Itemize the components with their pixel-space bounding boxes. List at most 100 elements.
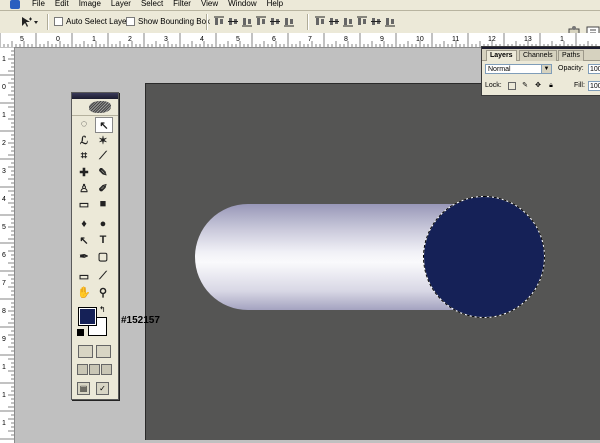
standard-screen-button[interactable] — [77, 364, 88, 375]
auto-select-checkbox[interactable]: Auto Select Layer — [54, 16, 129, 28]
tab-paths[interactable]: Paths — [558, 50, 584, 61]
ruler-left-label: 0 — [2, 84, 6, 91]
align-layer-6-icon[interactable] — [284, 16, 294, 27]
menu-view[interactable]: View — [196, 0, 223, 9]
chevron-down-icon: ▼ — [541, 65, 551, 73]
menu-help[interactable]: Help — [262, 0, 288, 9]
vertical-ruler: 1 0 1 2 3 4 5 6 7 8 9 1 1 1 — [0, 47, 15, 443]
ruler-left-label: 4 — [2, 196, 6, 203]
distribute-layer-6-icon[interactable] — [385, 16, 395, 27]
menu-image[interactable]: Image — [74, 0, 106, 9]
menu-layer[interactable]: Layer — [106, 0, 136, 9]
blend-mode-select[interactable]: Normal ▼ — [485, 64, 552, 74]
ruler-top-label: 7 — [308, 36, 312, 43]
fill-label: Fill: — [574, 82, 585, 89]
menu-filter[interactable]: Filter — [168, 0, 196, 9]
layers-tabs: Layers Channels Paths — [482, 49, 600, 61]
menu-window[interactable]: Window — [223, 0, 261, 9]
fill-field[interactable]: 100 — [588, 81, 600, 91]
distribute-layer-5-icon[interactable] — [371, 16, 381, 27]
type-icon[interactable]: T — [95, 233, 111, 247]
ruler-top-label: 9 — [380, 36, 384, 43]
lock-all-icon[interactable]: 🔒︎ — [547, 82, 555, 90]
ruler-left-label: 9 — [2, 336, 6, 343]
ruler-top-label: 1 — [560, 36, 564, 43]
standard-mode-button[interactable] — [78, 345, 93, 358]
ruler-left-label: 1 — [2, 56, 6, 63]
ruler-top-label: 4 — [200, 36, 204, 43]
distribute-layer-4-icon[interactable] — [357, 16, 367, 27]
feather-logo[interactable] — [72, 99, 118, 116]
ruler-left-label: 7 — [2, 280, 6, 287]
ruler-left-label: 1 — [2, 112, 6, 119]
move-icon[interactable]: ↖ — [95, 117, 113, 133]
menu-select[interactable]: Select — [136, 0, 168, 9]
brush-icon[interactable]: ✎ — [95, 165, 111, 179]
foreground-color-swatch[interactable] — [78, 307, 97, 326]
marquee-icon[interactable]: ◌ — [76, 117, 92, 131]
move-tool-preset-icon[interactable] — [20, 16, 42, 28]
align-layer-3-icon[interactable] — [242, 16, 252, 27]
distribute-layer-3-icon[interactable] — [343, 16, 353, 27]
align-layer-2-icon[interactable] — [228, 16, 238, 27]
shape-icon[interactable]: ▢ — [95, 249, 111, 263]
full-screen-menu-button[interactable] — [89, 364, 100, 375]
ruler-top-label: 1 — [92, 36, 96, 43]
stamp-icon[interactable]: ♙ — [76, 181, 92, 195]
ruler-left-label: 5 — [2, 224, 6, 231]
ruler-left-label: 3 — [2, 168, 6, 175]
ruler-left-label: 1 — [2, 420, 6, 427]
healing-icon[interactable]: ✚ — [76, 165, 92, 179]
bounding-box-checkbox[interactable]: Show Bounding Box — [126, 16, 210, 28]
ruler-left-label: 1 — [2, 364, 6, 371]
history-brush-icon[interactable]: ✐ — [95, 181, 111, 195]
hand-icon[interactable]: ✋ — [76, 285, 92, 299]
quick-mask-mode-button[interactable] — [96, 345, 111, 358]
ruler-top-label: 6 — [272, 36, 276, 43]
zoom-icon[interactable]: ⚲ — [95, 285, 111, 299]
gradient-icon[interactable]: ■ — [95, 197, 111, 211]
ruler-top-label: 12 — [488, 36, 496, 43]
imageready-icon[interactable]: ✓ — [96, 382, 109, 395]
selected-circle[interactable] — [423, 196, 545, 318]
align-layer-4-icon[interactable] — [256, 16, 266, 27]
blur-icon[interactable]: ♦ — [76, 217, 92, 231]
opacity-label: Opacity: — [558, 65, 584, 72]
tools-palette: ◌ ↖ ℒ ✶ ⌗ ⟋ ✚ ✎ ♙ ✐ ▭ ■ ♦ ● ↖ T ✒ ▢ ▭ ⟋ ✋ ⚲ ↰ ▤ ✓ — [71, 92, 119, 400]
full-screen-button[interactable] — [101, 364, 112, 375]
ruler-top-label: 5 — [20, 36, 24, 43]
auto-select-label: Auto Select Layer — [66, 17, 130, 26]
swap-colors-icon[interactable]: ↰ — [99, 305, 106, 314]
magic-wand-icon[interactable]: ✶ — [95, 133, 111, 147]
ruler-top-label: 2 — [128, 36, 132, 43]
eraser-icon[interactable]: ▭ — [76, 197, 92, 211]
dodge-icon[interactable]: ● — [95, 217, 111, 231]
tab-layers[interactable]: Layers — [486, 50, 517, 61]
lock-image-icon[interactable]: ✎ — [521, 82, 529, 90]
default-colors-icon[interactable] — [77, 329, 84, 336]
jump-to-imageready-icon[interactable]: ▤ — [77, 382, 90, 395]
ruler-top-label: 8 — [344, 36, 348, 43]
eyedropper-icon[interactable]: ⟋ — [95, 269, 111, 283]
color-hex-annotation: #152157 — [121, 315, 160, 326]
notes-icon[interactable]: ▭ — [76, 269, 92, 283]
distribute-layer-1-icon[interactable] — [315, 16, 325, 27]
options-bar: Auto Select Layer Show Bounding Box — [0, 11, 600, 38]
crop-icon[interactable]: ⌗ — [76, 149, 92, 163]
opacity-field[interactable]: 100 — [588, 64, 600, 74]
lock-transparency-icon[interactable] — [508, 82, 516, 90]
pen-icon[interactable]: ✒ — [76, 249, 92, 263]
lock-position-icon[interactable]: ✥ — [534, 82, 542, 90]
path-select-icon[interactable]: ↖ — [76, 233, 92, 247]
photoshop-app-icon[interactable] — [10, 0, 20, 9]
bounding-box-label: Show Bounding Box — [138, 17, 211, 26]
lasso-icon[interactable]: ℒ — [76, 133, 92, 147]
align-layer-5-icon[interactable] — [270, 16, 280, 27]
distribute-layer-2-icon[interactable] — [329, 16, 339, 27]
menu-edit[interactable]: Edit — [50, 0, 74, 9]
layers-palette: Layers Channels Paths Normal ▼ Opacity: 10… — [481, 46, 600, 96]
slice-icon[interactable]: ⟋ — [95, 149, 111, 163]
menu-file[interactable]: File — [27, 0, 50, 9]
align-layer-1-icon[interactable] — [214, 16, 224, 27]
tab-channels[interactable]: Channels — [519, 50, 557, 61]
